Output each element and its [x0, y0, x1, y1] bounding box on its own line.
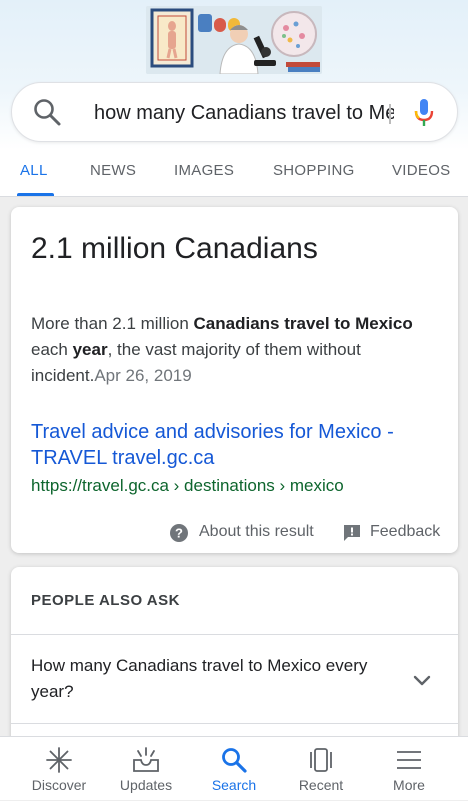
search-header: how many Canadians travel to Mexico ever…	[0, 0, 468, 196]
tab-shopping[interactable]: SHOPPING	[273, 162, 355, 179]
tabs-divider	[0, 196, 468, 197]
nav-search[interactable]: Search	[187, 737, 281, 801]
tab-videos[interactable]: VIDEOS	[392, 162, 450, 179]
answer-title: 2.1 million Canadians	[31, 232, 318, 265]
menu-icon	[397, 751, 421, 769]
snippet-text: More than 2.1 million Canadians travel t…	[31, 314, 413, 385]
search-icon	[222, 748, 247, 773]
chevron-down-icon[interactable]	[411, 669, 433, 691]
feedback-label: Feedback	[370, 523, 441, 540]
result-link[interactable]: Travel advice and advisories for Mexico …	[31, 419, 431, 471]
recent-cards-icon	[310, 748, 332, 772]
asterisk-icon	[46, 747, 72, 773]
nav-label: Search	[211, 777, 257, 793]
nav-label: Updates	[119, 777, 173, 793]
nav-updates[interactable]: Updates	[99, 737, 193, 801]
updates-tray-icon	[133, 747, 159, 772]
svg-text:?: ?	[175, 526, 183, 541]
search-box[interactable]: how many Canadians travel to Mexico ever…	[11, 82, 458, 142]
nav-discover[interactable]: Discover	[12, 737, 106, 801]
divider	[11, 634, 458, 635]
divider	[11, 723, 458, 724]
nav-more[interactable]: More	[362, 737, 456, 801]
featured-snippet-card: 2.1 million Canadians More than 2.1 mill…	[11, 207, 458, 553]
help-circle-icon: ?	[170, 524, 188, 542]
result-url: https://travel.gc.ca › destinations › me…	[31, 476, 344, 495]
bottom-navigation: Discover Updates Search Recent More	[0, 736, 468, 800]
related-question[interactable]: How many Canadians travel to Mexico ever…	[31, 653, 401, 705]
microphone-icon[interactable]	[412, 97, 436, 129]
nav-recent[interactable]: Recent	[274, 737, 368, 801]
tab-news[interactable]: NEWS	[90, 162, 136, 179]
about-this-result-label: About this result	[199, 523, 314, 540]
feedback-icon	[344, 525, 360, 541]
tab-all[interactable]: ALL	[20, 162, 48, 179]
google-doodle[interactable]	[146, 6, 322, 74]
tab-images[interactable]: IMAGES	[174, 162, 234, 179]
text-cursor	[389, 104, 391, 124]
people-also-ask-heading: PEOPLE ALSO ASK	[31, 592, 180, 609]
search-tabs: ALL NEWS IMAGES SHOPPING VIDEOS	[0, 150, 468, 196]
search-icon[interactable]	[32, 97, 62, 127]
snippet-date: Apr 26, 2019	[94, 366, 192, 385]
search-input[interactable]: how many Canadians travel to Mexico ever…	[94, 99, 394, 127]
nav-label: More	[393, 777, 425, 793]
nav-label: Recent	[298, 777, 344, 793]
nav-label: Discover	[31, 777, 87, 793]
